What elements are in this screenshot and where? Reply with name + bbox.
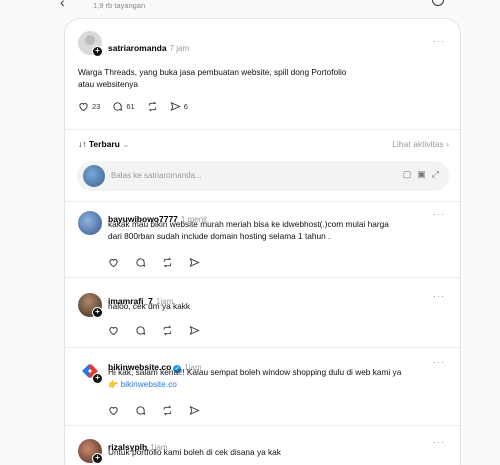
views-count: 1,9 rb tayangan	[93, 1, 146, 10]
comment-button[interactable]: 61	[112, 101, 135, 112]
comment-text: kakak mau bikin website murah meriah bis…	[108, 219, 389, 241]
more-options-icon[interactable]	[432, 0, 444, 6]
comment-actions	[108, 257, 200, 268]
repost-icon[interactable]	[162, 257, 173, 268]
heart-icon[interactable]	[108, 257, 119, 268]
user-avatar	[83, 165, 105, 187]
comment-more-icon[interactable]: ···	[433, 437, 445, 447]
comment-icon[interactable]	[135, 325, 146, 336]
comment-more-icon[interactable]: ···	[433, 291, 445, 301]
share-button[interactable]: 6	[170, 101, 188, 112]
post-more-icon[interactable]: ···	[433, 36, 445, 46]
image-icon[interactable]: ▢	[403, 169, 412, 180]
repost-icon[interactable]	[162, 325, 173, 336]
top-bar: ‹ 1,9 rb tayangan	[0, 0, 500, 14]
follow-plus-icon[interactable]: +	[92, 46, 103, 57]
avatar[interactable]	[78, 211, 102, 235]
reply-input[interactable]: Balas ke satriaromanda... ▢ ▣ ⤢	[77, 161, 449, 191]
repost-icon	[148, 101, 157, 112]
divider	[65, 129, 460, 130]
like-button[interactable]: 23	[78, 101, 100, 112]
pointing-hand-icon: 👉	[108, 378, 119, 389]
gif-icon[interactable]: ▣	[417, 169, 426, 180]
chevron-down-icon: ⌄	[122, 139, 130, 149]
comment-text: Untuk portfolio kami boleh di cek disana…	[108, 447, 281, 457]
send-icon[interactable]	[189, 257, 200, 268]
view-activity-link[interactable]: Lihat aktivitas ›	[392, 139, 449, 149]
reply-placeholder: Balas ke satriaromanda...	[111, 171, 202, 180]
comment-more-icon[interactable]: ···	[433, 209, 445, 219]
thread-card: + satriaromanda 7 jam ··· Warga Threads, …	[64, 18, 461, 465]
send-icon[interactable]	[189, 325, 200, 336]
comment-text: Hi kak, salam kenal!! Kalau sempat boleh…	[108, 367, 402, 389]
comment-more-icon[interactable]: ···	[433, 357, 445, 367]
follow-plus-icon[interactable]: +	[92, 307, 103, 318]
heart-icon[interactable]	[108, 405, 119, 416]
follow-plus-icon[interactable]: +	[92, 373, 103, 384]
back-icon[interactable]: ‹	[60, 0, 65, 10]
post-time: 7 jam	[169, 44, 190, 53]
sort-dropdown[interactable]: ↓↑ Terbaru ⌄	[78, 139, 129, 150]
heart-icon	[79, 103, 88, 112]
comment-icon	[113, 102, 123, 111]
send-icon[interactable]	[189, 405, 200, 416]
comment-text: haloo, cek dm ya kakk	[108, 301, 191, 311]
expand-icon[interactable]: ⤢	[432, 169, 439, 180]
comment-actions	[108, 325, 200, 336]
post-actions: 23 61 6	[78, 101, 188, 112]
divider	[65, 201, 460, 202]
send-icon	[170, 101, 181, 112]
heart-icon[interactable]	[108, 325, 119, 336]
reply-tools: ▢ ▣ ⤢	[403, 169, 439, 180]
divider	[65, 277, 460, 278]
website-link[interactable]: bikinwebsite.co	[121, 379, 177, 389]
post-text: Warga Threads, yang buka jasa pembuatan …	[78, 67, 347, 89]
divider	[65, 425, 460, 426]
comment-icon[interactable]	[135, 405, 146, 416]
repost-icon[interactable]	[162, 405, 173, 416]
comment-actions	[108, 405, 200, 416]
repost-button[interactable]	[147, 101, 158, 112]
follow-plus-icon[interactable]: +	[92, 453, 103, 464]
comment-icon[interactable]	[135, 257, 146, 268]
divider	[65, 347, 460, 348]
post-username[interactable]: satriaromanda	[108, 43, 167, 53]
